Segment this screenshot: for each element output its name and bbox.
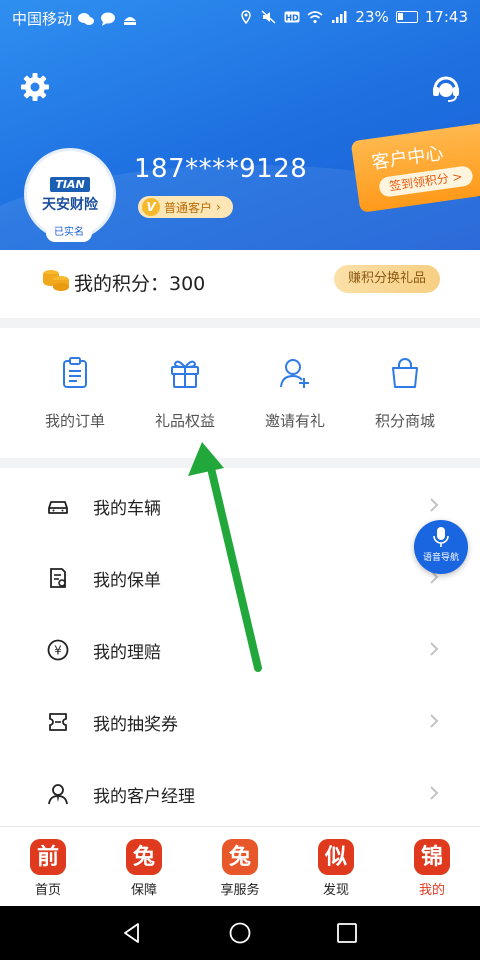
wifi-icon (307, 11, 323, 24)
message-notification-icon (101, 12, 116, 26)
menu-item-label: 我的理赔 (93, 643, 161, 663)
home-circle-icon[interactable] (228, 921, 252, 945)
status-bar: 中国移动 HD 23% 17:43 (0, 0, 480, 34)
invite-icon (280, 359, 309, 388)
quick-action-orders[interactable]: 我的订单 (25, 356, 125, 431)
member-level-badge[interactable]: V 普通客户 › (138, 196, 233, 218)
nav-mine[interactable]: 锦 我的 (392, 839, 472, 898)
settings-gear-icon[interactable] (20, 72, 50, 102)
nav-protection[interactable]: 兔 保障 (104, 839, 184, 898)
clock: 17:43 (424, 8, 468, 26)
back-triangle-icon[interactable] (120, 921, 144, 945)
chevron-right-icon (430, 642, 439, 656)
home-nav-icon: 前 (30, 839, 66, 875)
vip-v-icon: V (142, 198, 160, 216)
quick-action-label: 我的订单 (44, 412, 105, 430)
nav-label: 保障 (130, 883, 157, 898)
user-phone-number: 187****9128 (134, 154, 308, 184)
customer-service-icon[interactable] (430, 72, 462, 104)
app-notification-icon (124, 16, 137, 25)
nav-label: 发现 (322, 883, 349, 898)
battery-percent: 23% (355, 8, 389, 26)
nav-label: 享服务 (220, 883, 260, 898)
menu-item-lottery-tickets[interactable]: 我的抽奖券 (0, 686, 480, 758)
quick-action-invite[interactable]: 邀请有礼 (245, 356, 345, 431)
mute-icon (261, 10, 276, 24)
chevron-right-icon: › (216, 200, 221, 214)
voice-navigation-button[interactable]: 语音导航 (414, 520, 468, 574)
quick-action-label: 邀请有礼 (264, 412, 325, 430)
signal-icon (332, 11, 347, 23)
profile-header: 中国移动 HD 23% 17:43 TIAN 天安财险 已实名 187****9… (0, 0, 480, 250)
location-icon (241, 10, 252, 24)
quick-action-label: 积分商城 (374, 412, 435, 430)
system-navigation-bar (0, 906, 480, 960)
discover-nav-icon: 似 (318, 839, 354, 875)
nav-discover[interactable]: 似 发现 (296, 839, 376, 898)
nav-label: 首页 (34, 883, 61, 898)
ticket-icon (49, 713, 67, 731)
bottom-navigation: 前 首页 兔 保障 兔 享服务 似 发现 锦 我的 (0, 826, 480, 906)
points-card: 我的积分：300 赚积分换礼品 (0, 250, 480, 318)
wechat-notification-icon (78, 12, 95, 25)
services-nav-icon: 兔 (222, 839, 258, 875)
battery-icon (395, 11, 418, 23)
order-icon (63, 357, 87, 388)
brand-logo-mark: TIAN (50, 176, 90, 192)
manager-icon (48, 784, 68, 805)
annotation-arrow (188, 442, 262, 672)
menu-item-label: 我的保单 (93, 571, 161, 591)
brand-logo-text: 天安财险 (42, 196, 98, 213)
recents-square-icon[interactable] (335, 921, 359, 945)
voice-navigation-label: 语音导航 (422, 553, 459, 563)
quick-actions: 我的订单 礼品权益 邀请有礼 积分商城 (0, 328, 480, 458)
microphone-icon (433, 527, 449, 547)
menu-item-label: 我的客户经理 (93, 787, 195, 807)
policy-icon (50, 568, 66, 588)
quick-action-points-mall[interactable]: 积分商城 (355, 356, 455, 431)
svg-text:HD: HD (286, 14, 300, 23)
mine-nav-icon: 锦 (414, 839, 450, 875)
gift-icon (171, 360, 199, 388)
chevron-right-icon (430, 786, 439, 800)
hd-icon: HD (284, 11, 300, 23)
quick-action-gifts[interactable]: 礼品权益 (135, 356, 235, 431)
carrier-name: 中国移动 (12, 10, 73, 28)
svg-text:¥: ¥ (54, 644, 62, 658)
menu-item-account-manager[interactable]: 我的客户经理 (0, 758, 480, 830)
car-icon (48, 501, 68, 514)
nav-label: 我的 (418, 883, 445, 898)
quick-action-label: 礼品权益 (154, 412, 215, 430)
verified-badge: 已实名 (46, 224, 92, 242)
points-balance: 我的积分：300 (74, 273, 206, 295)
menu-item-label: 我的抽奖券 (93, 715, 178, 735)
nav-home[interactable]: 前 首页 (8, 839, 88, 898)
coins-icon (43, 270, 69, 291)
chevron-right-icon (430, 498, 439, 512)
member-level-label: 普通客户 (164, 200, 213, 215)
protection-nav-icon: 兔 (126, 839, 162, 875)
earn-points-redeem-button[interactable]: 赚积分换礼品 (334, 265, 440, 293)
shop-bag-icon (392, 358, 418, 388)
claim-icon: ¥ (47, 639, 69, 661)
nav-services[interactable]: 兔 享服务 (200, 839, 280, 898)
menu-item-label: 我的车辆 (93, 499, 161, 519)
chevron-right-icon (430, 714, 439, 728)
